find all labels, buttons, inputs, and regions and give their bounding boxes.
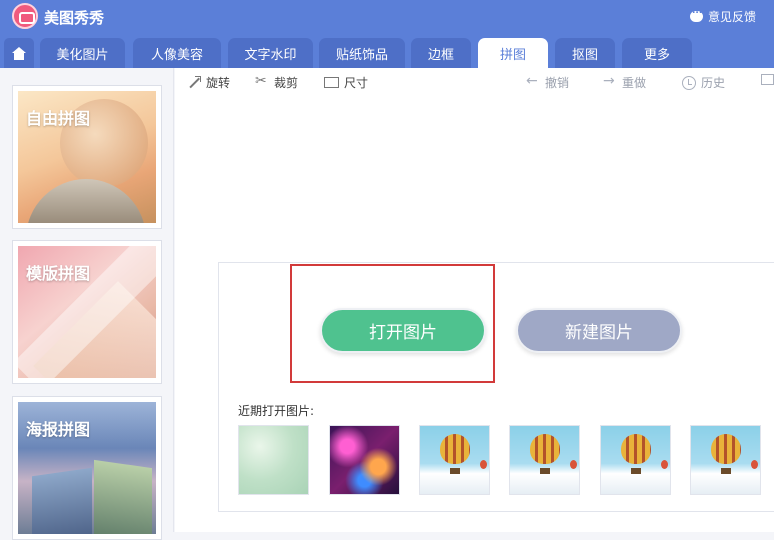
free-collage-preview: 自由拼图: [18, 91, 156, 223]
size-button[interactable]: 尺寸: [324, 74, 368, 91]
tab-beautify[interactable]: 美化图片: [40, 38, 125, 68]
collage-mode-sidebar: 自由拼图 模版拼图 海报拼图: [0, 68, 174, 540]
sidebar-item-poster-collage[interactable]: 海报拼图: [12, 396, 162, 540]
sidebar-item-free-collage[interactable]: 自由拼图: [12, 85, 162, 229]
rotate-label: 旋转: [206, 76, 231, 90]
balloon-image: [711, 434, 741, 464]
sidebar-item-label: 模版拼图: [26, 264, 91, 283]
scissors-icon: [255, 73, 269, 90]
balloon-image: [440, 434, 470, 464]
template-collage-preview: 模版拼图: [18, 246, 156, 378]
recent-thumbnail[interactable]: [600, 425, 671, 495]
recent-thumbnail[interactable]: [329, 425, 400, 495]
highlight-box: [290, 264, 495, 383]
undo-button[interactable]: 撤销: [526, 73, 570, 91]
tab-border[interactable]: 边框: [411, 38, 471, 68]
crop-button[interactable]: 裁剪: [255, 73, 299, 91]
redo-button[interactable]: 重做: [603, 73, 647, 91]
resize-icon: [324, 77, 339, 88]
undo-arrow-icon: [526, 73, 540, 90]
redo-arrow-icon: [603, 73, 617, 90]
poster-collage-preview: 海报拼图: [18, 402, 156, 534]
home-icon: [12, 46, 26, 60]
tab-home[interactable]: [4, 38, 34, 68]
history-button[interactable]: 历史: [682, 74, 725, 91]
size-label: 尺寸: [344, 76, 369, 90]
crop-label: 裁剪: [274, 76, 299, 90]
sidebar-item-template-collage[interactable]: 模版拼图: [12, 240, 162, 384]
image-tool-button[interactable]: [761, 74, 774, 85]
title-bar: 美图秀秀 意见反馈: [0, 0, 774, 34]
undo-label: 撤销: [545, 76, 570, 90]
app-title: 美图秀秀: [44, 9, 105, 27]
redo-label: 重做: [622, 76, 647, 90]
new-image-button[interactable]: 新建图片: [516, 308, 682, 353]
recent-thumbnail[interactable]: [690, 425, 761, 495]
chat-icon: [689, 6, 703, 22]
tab-bar: 美化图片 人像美容 文字水印 贴纸饰品 边框 拼图 抠图 更多: [0, 34, 774, 68]
rotate-button[interactable]: 旋转: [187, 74, 230, 91]
balloon-image: [621, 434, 651, 464]
recent-thumbnail[interactable]: [509, 425, 580, 495]
tab-portrait[interactable]: 人像美容: [133, 38, 221, 68]
tab-stickers[interactable]: 贴纸饰品: [319, 38, 405, 68]
balloon-image: [530, 434, 560, 464]
image-icon: [761, 74, 774, 85]
edit-toolbar: 旋转 裁剪 尺寸 撤销 重做 历史: [175, 68, 774, 96]
history-label: 历史: [701, 76, 726, 90]
app-logo-icon: [12, 3, 38, 29]
tab-text-watermark[interactable]: 文字水印: [228, 38, 313, 68]
tab-more[interactable]: 更多: [622, 38, 692, 68]
clock-icon: [682, 75, 696, 90]
rotate-icon: [187, 75, 201, 90]
tab-collage[interactable]: 拼图: [478, 38, 548, 68]
recent-thumbnail[interactable]: [419, 425, 490, 495]
sidebar-item-label: 自由拼图: [26, 109, 91, 128]
recent-images-label: 近期打开图片:: [238, 404, 315, 418]
recent-thumbnail[interactable]: [238, 425, 309, 495]
feedback-label: 意见反馈: [707, 10, 756, 24]
feedback-button[interactable]: 意见反馈: [689, 6, 756, 25]
tab-cutout[interactable]: 抠图: [555, 38, 615, 68]
sidebar-item-label: 海报拼图: [26, 420, 91, 439]
